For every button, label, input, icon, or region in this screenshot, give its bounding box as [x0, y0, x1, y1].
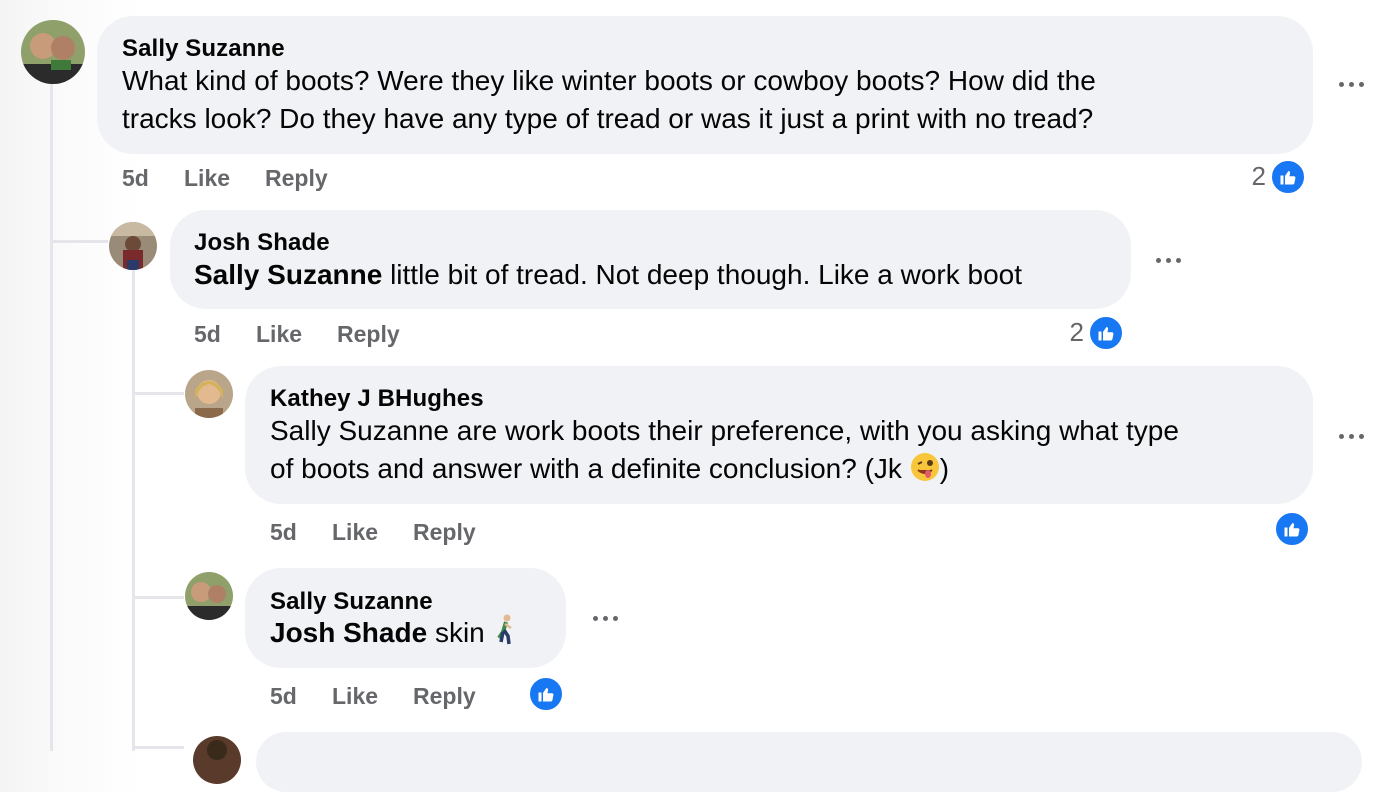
comment-actions: 5d Like Reply	[194, 321, 594, 349]
more-options-icon[interactable]	[1339, 80, 1365, 88]
reply-button[interactable]: Reply	[413, 683, 476, 710]
reaction-summary[interactable]: 2	[1048, 315, 1124, 353]
like-button[interactable]: Like	[184, 165, 230, 192]
comment-text: What kind of boots? Were they like winte…	[122, 65, 1096, 96]
like-reaction-icon	[1088, 315, 1124, 351]
comment-body: little bit of tread. Not deep though. Li…	[382, 259, 1023, 290]
reaction-summary[interactable]	[1272, 511, 1310, 549]
more-options-icon[interactable]	[1156, 256, 1182, 264]
reaction-count: 2	[1069, 317, 1084, 347]
comment-author[interactable]: Sally Suzanne	[270, 588, 433, 616]
like-reaction-icon	[528, 676, 564, 712]
comment-bubble	[256, 732, 1362, 792]
timestamp[interactable]: 5d	[122, 165, 149, 192]
winking-face-with-tongue-icon	[910, 452, 940, 492]
thread-connector	[132, 746, 184, 749]
reply-button[interactable]: Reply	[337, 321, 400, 348]
person-walking-icon	[493, 614, 519, 656]
avatar[interactable]	[21, 20, 85, 84]
comment-author[interactable]: Kathey J BHughes	[270, 385, 484, 413]
avatar[interactable]	[193, 736, 241, 784]
comment-actions: 5d Like Reply	[122, 165, 522, 193]
timestamp[interactable]: 5d	[270, 683, 297, 710]
thread-connector	[132, 392, 184, 395]
comment-body-end: )	[939, 453, 950, 484]
mention-link[interactable]: Sally Suzanne	[194, 259, 382, 290]
comment-body: skin	[427, 617, 493, 648]
reply-button[interactable]: Reply	[265, 165, 328, 192]
reply-button[interactable]: Reply	[413, 519, 476, 546]
comment-text: of boots and answer with a definite conc…	[270, 450, 949, 492]
reaction-summary[interactable]	[526, 676, 564, 714]
like-button[interactable]: Like	[332, 519, 378, 546]
comment-actions: 5d Like Reply	[270, 683, 670, 711]
mention-link[interactable]: Josh Shade	[270, 617, 427, 648]
comment-author[interactable]: Sally Suzanne	[122, 35, 285, 63]
comment-text: Sally Suzanne are work boots their prefe…	[270, 415, 1179, 446]
comment-body: of boots and answer with a definite conc…	[270, 453, 910, 484]
comment-author[interactable]: Josh Shade	[194, 229, 330, 257]
avatar[interactable]	[109, 222, 157, 270]
comment-text: Josh Shade skin	[270, 614, 519, 656]
more-options-icon[interactable]	[593, 614, 619, 622]
timestamp[interactable]: 5d	[194, 321, 221, 348]
like-reaction-icon	[1274, 511, 1310, 547]
like-button[interactable]: Like	[332, 683, 378, 710]
avatar[interactable]	[185, 370, 233, 418]
more-options-icon[interactable]	[1339, 432, 1365, 440]
thread-connector	[132, 596, 184, 599]
timestamp[interactable]: 5d	[270, 519, 297, 546]
comment-actions: 5d Like Reply	[270, 519, 670, 547]
thread-connector	[50, 240, 108, 243]
avatar[interactable]	[185, 572, 233, 620]
comment-text: Sally Suzanne little bit of tread. Not d…	[194, 256, 1022, 294]
reaction-summary[interactable]: 2	[1230, 159, 1306, 197]
thread-line-main	[50, 84, 53, 751]
thread-line-reply	[132, 270, 135, 751]
reaction-count: 2	[1251, 161, 1266, 191]
comment-text: tracks look? Do they have any type of tr…	[122, 103, 1094, 134]
like-button[interactable]: Like	[256, 321, 302, 348]
like-reaction-icon	[1270, 159, 1306, 195]
